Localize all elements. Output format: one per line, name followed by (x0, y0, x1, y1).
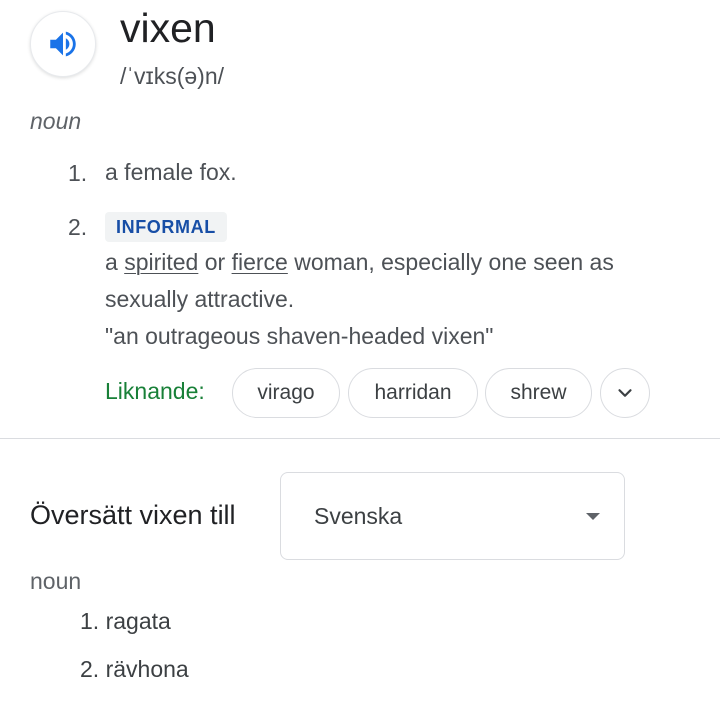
link-fierce[interactable]: fierce (232, 249, 288, 275)
link-spirited[interactable]: spirited (124, 249, 198, 275)
language-select[interactable]: Svenska (280, 472, 625, 560)
more-similar-button[interactable] (600, 368, 650, 418)
translation-item: 2. rävhona (80, 656, 189, 682)
definition-number: 1. (68, 160, 88, 186)
definition-text-part: woman, especially one seen as (287, 249, 614, 275)
definition-text-part: a (105, 249, 125, 275)
definition-text: a spirited or fierce woman, especially o… (105, 244, 614, 281)
translation-part-of-speech: noun (30, 568, 82, 594)
similar-chip-harridan[interactable]: harridan (348, 368, 478, 418)
phonetic-transcription: /ˈvɪks(ə)n/ (120, 63, 225, 89)
part-of-speech: noun (30, 108, 82, 134)
similar-chip-virago[interactable]: virago (232, 368, 340, 418)
usage-example: "an outrageous shaven-headed vixen" (105, 323, 494, 349)
chevron-down-icon (618, 389, 632, 397)
definition-text: a female fox. (105, 159, 237, 185)
section-divider (0, 438, 720, 439)
definition-text-part: or (198, 249, 232, 275)
translate-label: Översätt vixen till (30, 500, 236, 530)
definition-number: 2. (68, 214, 88, 240)
language-select-value: Svenska (314, 503, 403, 529)
pronunciation-speaker-button[interactable] (30, 11, 96, 77)
similar-words-label: Liknande: (105, 378, 205, 404)
volume-up-icon (50, 31, 76, 57)
dropdown-arrow-icon (586, 513, 600, 520)
headword: vixen (120, 5, 216, 51)
register-label-informal: INFORMAL (105, 212, 227, 242)
translation-item: 1. ragata (80, 608, 171, 634)
definition-text-line2: sexually attractive. (105, 286, 295, 312)
similar-chip-shrew[interactable]: shrew (485, 368, 592, 418)
